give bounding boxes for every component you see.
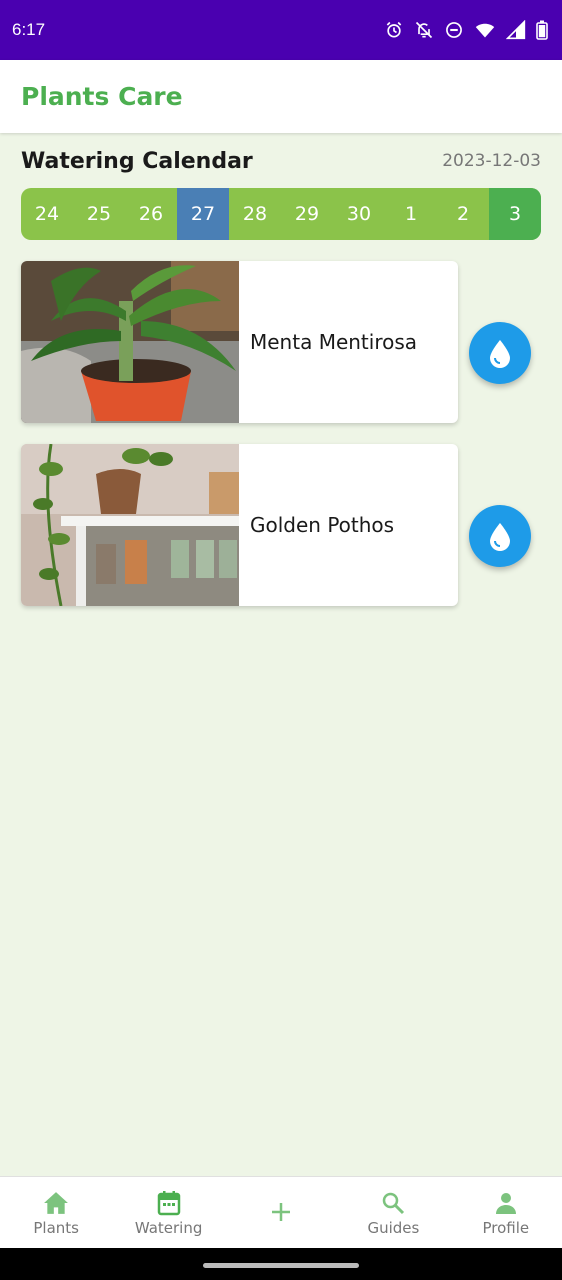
section-title: Watering Calendar — [21, 148, 253, 174]
calendar-day-today[interactable]: 3 — [489, 188, 541, 240]
notifications-off-icon — [415, 21, 433, 39]
app-bar: Plants Care — [0, 60, 562, 133]
nav-profile[interactable]: Profile — [450, 1177, 562, 1248]
plant-card[interactable]: Menta Mentirosa — [21, 261, 458, 423]
plant-photo-image — [21, 444, 239, 606]
calendar-icon — [157, 1190, 180, 1215]
status-bar: 6:17 — [0, 0, 562, 60]
nav-label: Profile — [482, 1218, 530, 1237]
calendar-day[interactable]: 24 — [21, 188, 73, 240]
add-icon — [272, 1202, 291, 1221]
calendar-day[interactable]: 25 — [73, 188, 125, 240]
alarm-icon — [386, 21, 402, 38]
plant-card[interactable]: Golden Pothos — [21, 444, 458, 606]
do-not-disturb-icon — [446, 22, 462, 38]
status-icons — [384, 20, 548, 40]
water-plant-button[interactable] — [469, 322, 531, 384]
wifi-icon — [475, 23, 495, 38]
plant-photo — [21, 261, 239, 423]
water-plant-button[interactable] — [469, 505, 531, 567]
search-icon — [383, 1192, 405, 1214]
nav-watering[interactable]: Watering — [112, 1177, 224, 1248]
battery-icon — [536, 20, 548, 40]
nav-label: Plants — [33, 1218, 79, 1237]
calendar-day[interactable]: 28 — [229, 188, 281, 240]
calendar-day[interactable]: 30 — [333, 188, 385, 240]
calendar-day[interactable]: 2 — [437, 188, 489, 240]
gesture-bar — [0, 1248, 562, 1280]
watering-calendar-strip: 24 25 26 27 28 29 30 1 2 3 — [21, 188, 541, 240]
water-drop-icon — [490, 523, 510, 551]
nav-label: Watering — [134, 1218, 203, 1237]
gesture-handle[interactable] — [203, 1263, 359, 1268]
home-icon — [44, 1191, 69, 1214]
current-date: 2023-12-03 — [442, 151, 541, 171]
plant-photo-image — [21, 261, 239, 423]
calendar-day[interactable]: 29 — [281, 188, 333, 240]
person-icon — [495, 1192, 516, 1214]
bottom-navigation: Plants Watering Guides Profile — [0, 1176, 562, 1248]
plant-name: Menta Mentirosa — [250, 330, 418, 354]
calendar-day[interactable]: 26 — [125, 188, 177, 240]
nav-label: Guides — [367, 1218, 420, 1237]
plant-name: Golden Pothos — [250, 513, 395, 537]
calendar-day[interactable]: 1 — [385, 188, 437, 240]
watering-header: Watering Calendar 2023-12-03 — [21, 145, 541, 177]
status-time: 6:17 — [12, 20, 46, 39]
signal-icon — [506, 20, 526, 40]
plant-photo — [21, 444, 239, 606]
calendar-day-selected[interactable]: 27 — [177, 188, 229, 240]
nav-add[interactable] — [225, 1177, 337, 1248]
nav-plants[interactable]: Plants — [0, 1177, 112, 1248]
water-drop-icon — [490, 340, 510, 368]
app-title: Plants Care — [21, 82, 183, 111]
nav-guides[interactable]: Guides — [337, 1177, 449, 1248]
